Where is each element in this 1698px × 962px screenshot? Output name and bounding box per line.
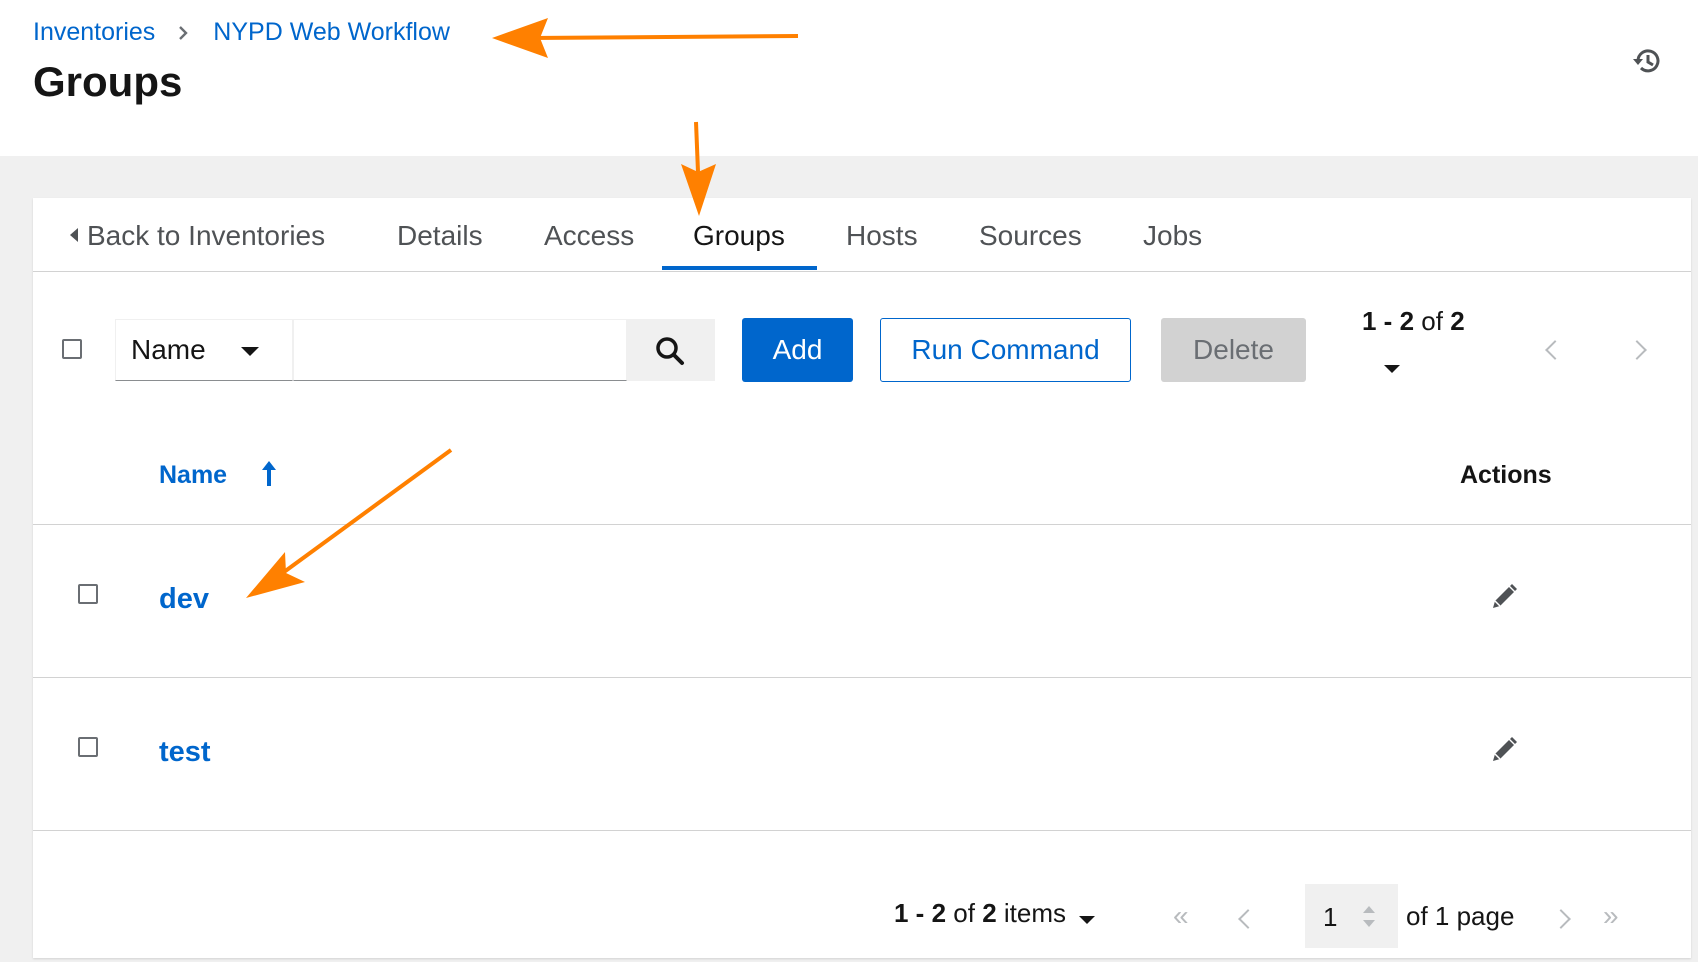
page-number-value: 1: [1323, 902, 1338, 932]
next-page-icon[interactable]: [1551, 909, 1571, 929]
column-header-actions: Actions: [1460, 461, 1552, 489]
breadcrumb-inventories-link[interactable]: Inventories: [33, 18, 155, 47]
chevron-right-icon[interactable]: [1627, 340, 1647, 360]
per-page-caret-icon[interactable]: [1079, 916, 1095, 924]
footer-items-word: items: [1003, 898, 1067, 928]
history-icon[interactable]: [1632, 45, 1664, 77]
breadcrumb-current-link[interactable]: NYPD Web Workflow: [213, 18, 450, 47]
last-page-icon[interactable]: »: [1603, 900, 1619, 932]
pagination-top-summary[interactable]: 1 - 2 of 2: [1362, 306, 1465, 337]
active-tab-indicator: [662, 266, 817, 270]
sort-ascending-icon[interactable]: [261, 460, 277, 488]
pagination-options-caret-icon[interactable]: [1384, 365, 1400, 373]
search-input[interactable]: [293, 319, 627, 381]
page-count-label: of 1 page: [1406, 901, 1515, 931]
caret-left-icon: [70, 227, 78, 242]
pagination-items-summary[interactable]: 1 - 2 of 2 items: [894, 898, 1066, 929]
pagination-total: 2: [1450, 306, 1465, 336]
caret-down-icon: [241, 347, 259, 356]
row-checkbox[interactable]: [78, 584, 98, 604]
group-name-link[interactable]: test: [159, 736, 211, 769]
tab-details[interactable]: Details: [397, 220, 483, 252]
chevron-right-icon: [179, 25, 188, 40]
column-header-name[interactable]: Name: [159, 461, 227, 490]
tab-back-to-inventories[interactable]: Back to Inventories: [70, 220, 325, 252]
page-header: Inventories NYPD Web Workflow Groups: [0, 0, 1698, 156]
tab-groups[interactable]: Groups: [693, 220, 785, 252]
pencil-edit-icon[interactable]: [1489, 735, 1519, 765]
table-row: dev: [33, 525, 1691, 678]
pagination-range: 1 - 2: [1362, 306, 1415, 336]
tab-sources[interactable]: Sources: [979, 220, 1082, 252]
select-all-checkbox[interactable]: [62, 339, 82, 359]
search-icon: [656, 337, 684, 365]
first-page-icon[interactable]: «: [1173, 900, 1189, 932]
breadcrumb: Inventories NYPD Web Workflow: [33, 18, 450, 47]
table-row: test: [33, 678, 1691, 831]
tab-bar: Back to Inventories Details Access Group…: [33, 198, 1691, 272]
run-command-button[interactable]: Run Command: [880, 318, 1131, 382]
spin-down-icon[interactable]: [1363, 920, 1375, 927]
footer-of: of: [953, 898, 975, 928]
delete-button[interactable]: Delete: [1161, 318, 1306, 382]
search-button[interactable]: [627, 319, 715, 381]
filter-field-select[interactable]: Name: [115, 319, 293, 381]
page-number-input[interactable]: 1: [1305, 884, 1398, 948]
pencil-edit-icon[interactable]: [1489, 582, 1519, 612]
group-name-link[interactable]: dev: [159, 583, 209, 616]
inventory-card: Back to Inventories Details Access Group…: [33, 198, 1691, 958]
tab-hosts[interactable]: Hosts: [846, 220, 918, 252]
pagination-footer: 1 - 2 of 2 items « 1 of 1 page »: [33, 858, 1691, 958]
row-checkbox[interactable]: [78, 737, 98, 757]
filter-field-label: Name: [131, 334, 206, 365]
spin-up-icon[interactable]: [1363, 906, 1375, 913]
tab-access[interactable]: Access: [544, 220, 634, 252]
tab-jobs[interactable]: Jobs: [1143, 220, 1202, 252]
pagination-of: of: [1421, 306, 1443, 336]
previous-page-icon[interactable]: [1238, 909, 1258, 929]
add-button[interactable]: Add: [742, 318, 853, 382]
footer-range: 1 - 2: [894, 898, 947, 928]
footer-total: 2: [982, 898, 997, 928]
tab-label: Back to Inventories: [87, 220, 326, 251]
chevron-left-icon[interactable]: [1545, 340, 1565, 360]
page-title: Groups: [33, 58, 183, 105]
